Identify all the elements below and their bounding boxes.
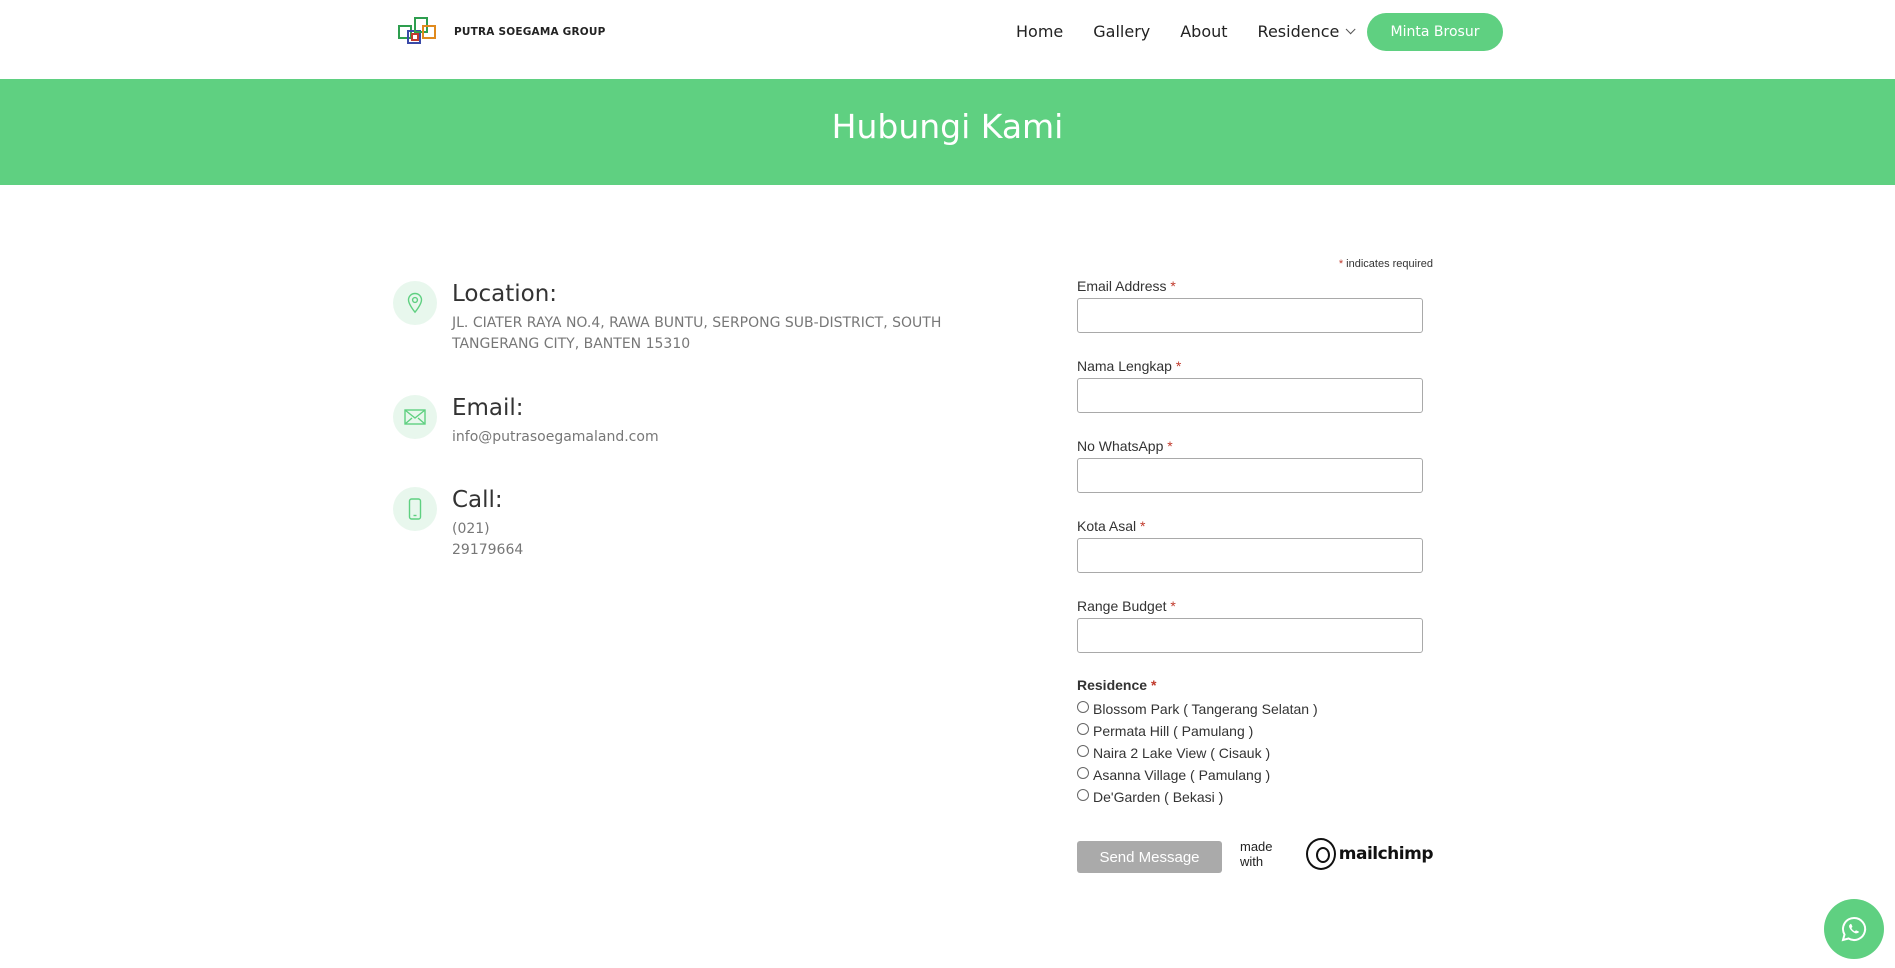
location-text: JL. CIATER RAYA NO.4, RAWA BUNTU, SERPON… [452,315,942,352]
nav-home-label: Home [1016,21,1064,41]
email-label-text: Email Address [1077,278,1167,294]
required-asterisk: * [1175,358,1182,374]
radio-button[interactable] [1077,723,1089,735]
residence-option-label: Naira 2 Lake View ( Cisauk ) [1093,745,1271,761]
nav-home[interactable]: Home [1016,22,1063,41]
mailchimp-icon [1305,838,1336,870]
nav-about-label: About [1180,21,1228,41]
kota-label-text: Kota Asal [1077,518,1137,534]
mailchimp-wordmark: mailchimp [1338,844,1434,864]
radio-button[interactable] [1077,745,1089,757]
residence-option-label: Blossom Park ( Tangerang Selatan ) [1093,701,1318,717]
email-input[interactable] [1077,298,1423,333]
nav-residence-dropdown[interactable]: Residence [1257,21,1356,41]
phone-icon [393,487,437,531]
budget-input[interactable] [1077,618,1423,653]
required-note-text: indicates required [1346,258,1433,270]
minta-brosur-button[interactable]: Minta Brosur [1367,13,1503,51]
required-note: * indicates required [1339,258,1433,270]
logo-mark [398,17,444,47]
main-nav: Home Gallery About Residence [1016,13,1382,49]
required-asterisk: * [1140,518,1146,534]
email-link[interactable]: info@putrasoegamaland.com [452,427,659,448]
mailchimp-logo: mailchimp [1305,838,1434,870]
residence-option[interactable]: Naira 2 Lake View ( Cisauk ) [1077,745,1270,761]
required-asterisk: * [1170,598,1176,614]
page-title: Hubungi Kami [831,107,1064,146]
budget-label: Range Budget * [1077,598,1176,614]
send-message-button[interactable]: Send Message [1077,841,1222,873]
radio-button[interactable] [1077,789,1089,801]
nama-label: Nama Lengkap * [1077,358,1181,374]
whatsapp-label: No WhatsApp * [1077,438,1173,454]
site-header: PUTRA SOEGAMA GROUP Home Gallery About R… [0,0,1895,79]
whatsapp-input[interactable] [1077,458,1423,493]
kota-label: Kota Asal * [1077,518,1146,534]
required-asterisk: * [1170,278,1176,294]
required-asterisk: * [1338,258,1344,270]
budget-label-text: Range Budget [1077,598,1167,614]
residence-option-label: Permata Hill ( Pamulang ) [1093,723,1254,739]
required-asterisk: * [1167,438,1173,454]
residence-option[interactable]: Permata Hill ( Pamulang ) [1077,723,1253,739]
email-label: Email Address * [1077,278,1176,294]
whatsapp-float-button[interactable] [1824,899,1884,959]
email-title: Email: [452,395,524,421]
page-banner: Hubungi Kami [0,79,1895,185]
residence-label: Residence * [1077,677,1156,693]
residence-option[interactable]: De'Garden ( Bekasi ) [1077,789,1223,805]
made-with-text: made with [1240,839,1273,869]
nav-about[interactable]: About [1180,22,1227,41]
nav-residence-label: Residence [1257,21,1340,41]
residence-option-label: Asanna Village ( Pamulang ) [1093,767,1271,783]
radio-button[interactable] [1077,701,1089,713]
residence-option[interactable]: Blossom Park ( Tangerang Selatan ) [1077,701,1318,717]
nav-gallery-label: Gallery [1093,21,1151,41]
nav-gallery[interactable]: Gallery [1093,22,1150,41]
nama-label-text: Nama Lengkap [1077,358,1172,374]
phone-link[interactable]: (021) 29179664 [452,519,523,561]
map-pin-icon [393,281,437,325]
nama-input[interactable] [1077,378,1423,413]
whatsapp-icon [1841,916,1867,942]
chevron-down-icon [1346,23,1356,34]
required-asterisk: * [1150,677,1157,693]
call-title: Call: [452,487,503,513]
radio-button[interactable] [1077,767,1089,779]
kota-input[interactable] [1077,538,1423,573]
residence-label-text: Residence [1077,677,1148,693]
whatsapp-label-text: No WhatsApp [1077,438,1164,454]
location-title: Location: [452,281,558,307]
logo-text: PUTRA SOEGAMA GROUP [454,26,606,38]
envelope-icon [393,395,437,439]
mailchimp-badge[interactable]: made with mailchimp [1240,838,1434,870]
residence-option-label: De'Garden ( Bekasi ) [1093,789,1224,805]
logo[interactable]: PUTRA SOEGAMA GROUP [398,17,606,47]
residence-option[interactable]: Asanna Village ( Pamulang ) [1077,767,1270,783]
